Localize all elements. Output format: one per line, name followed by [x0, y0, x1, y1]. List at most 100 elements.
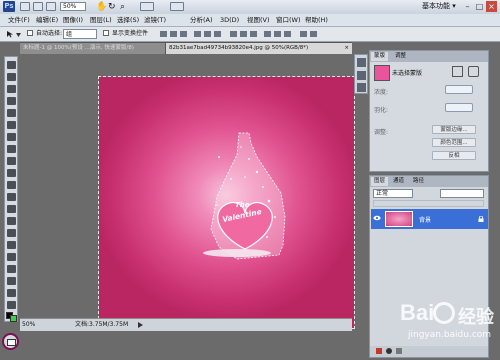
auto-select-checkbox[interactable] [27, 30, 33, 36]
bridge-icon[interactable] [20, 2, 30, 11]
tab-close-icon[interactable]: × [344, 43, 349, 54]
tool-preset-chevron-icon[interactable] [16, 32, 21, 37]
status-menu-arrow-icon[interactable] [138, 322, 143, 328]
dodge-tool-icon[interactable] [7, 217, 16, 225]
3d-rotate-tool-icon[interactable] [7, 277, 16, 285]
visibility-eye-icon[interactable] [373, 214, 381, 222]
maximize-button[interactable]: □ [474, 1, 485, 12]
pixel-mask-icon[interactable] [452, 66, 463, 77]
menu-bar: 文件(F) 编辑(E) 图像(I) 图层(L) 选择(S) 滤镜(T) 分析(A… [0, 14, 500, 27]
blend-mode-select[interactable]: 正常 [373, 189, 413, 198]
tool-presets-icon[interactable] [357, 58, 366, 67]
menu-3d[interactable]: 3D(D) [220, 14, 239, 26]
menu-layer[interactable]: 图层(L) [90, 14, 112, 26]
show-transform-label: 显示变换控件 [112, 30, 149, 37]
history-brush-tool-icon[interactable] [7, 169, 16, 177]
layer-thumbnail [385, 211, 413, 227]
status-zoom[interactable]: 50% [22, 319, 35, 331]
menu-image[interactable]: 图像(I) [63, 14, 83, 26]
marquee-tool-icon[interactable] [7, 73, 16, 81]
density-label: 浓度: [374, 89, 389, 96]
mask-preview-thumb [374, 65, 390, 81]
color-range-button[interactable]: 颜色范围... [432, 138, 476, 147]
tab-layers[interactable]: 图层 [371, 177, 389, 186]
eraser-tool-icon[interactable] [7, 181, 16, 189]
menu-select[interactable]: 选择(S) [117, 14, 139, 26]
tab-masks[interactable]: 蒙版 [371, 52, 389, 61]
background-color-swatch[interactable] [10, 315, 17, 322]
zoom-level-select[interactable]: 50% [60, 2, 86, 11]
watermark-paw-icon [433, 302, 455, 324]
menu-file[interactable]: 文件(F) [8, 14, 30, 26]
tab-channels[interactable]: 通道 [390, 177, 407, 186]
move-tool-icon[interactable] [7, 61, 16, 69]
character-icon[interactable] [357, 71, 366, 80]
document-canvas[interactable]: The Valentine [98, 76, 355, 329]
tab-image-jpg[interactable]: 82b31ae7bad49734b93820e4.jpg @ 50%(RGB/8… [166, 43, 352, 54]
photoshop-logo: Ps [3, 1, 15, 12]
tab-paths[interactable]: 路径 [410, 177, 427, 186]
masks-panel-tabbar: 蒙版 调整 [370, 51, 488, 62]
quick-mask-mode-button[interactable] [2, 333, 19, 350]
menu-analysis[interactable]: 分析(A) [190, 14, 213, 26]
close-button[interactable]: × [486, 1, 497, 12]
pen-tool-icon[interactable] [7, 229, 16, 237]
menu-help[interactable]: 帮助(H) [305, 14, 328, 26]
healing-brush-tool-icon[interactable] [7, 133, 16, 141]
feather-field[interactable] [445, 103, 473, 112]
type-tool-icon[interactable] [7, 241, 16, 249]
zoom-tool-icon[interactable]: ⌕ [120, 1, 125, 13]
layer-style-icon[interactable] [386, 348, 392, 354]
brush-tool-icon[interactable] [7, 145, 16, 153]
application-bar: Ps 50% ✋ ↻ ⌕ 基本功能 ▾ – □ × [0, 0, 500, 15]
auto-select-label: 自动选择: [36, 30, 63, 37]
add-mask-icon[interactable] [396, 348, 402, 354]
auto-select-dropdown[interactable]: 组 [63, 29, 97, 39]
mini-bridge-icon[interactable] [33, 2, 43, 11]
invert-button[interactable]: 反相 [432, 151, 476, 160]
mask-edge-button[interactable]: 蒙版边缘... [432, 125, 476, 134]
clone-stamp-tool-icon[interactable] [7, 157, 16, 165]
gradient-tool-icon[interactable] [7, 193, 16, 201]
vector-mask-icon[interactable] [468, 66, 479, 77]
layer-row-background[interactable]: 背景 [371, 209, 488, 229]
opacity-field[interactable] [440, 189, 484, 198]
menu-view[interactable]: 视图(V) [247, 14, 270, 26]
paragraph-icon[interactable] [357, 83, 366, 92]
menu-window[interactable]: 窗口(W) [276, 14, 301, 26]
tab-label: 82b31ae7bad49734b93820e4.jpg @ 50%(RGB/8… [169, 45, 309, 51]
move-tool-icon[interactable] [6, 30, 14, 38]
view-extras-icon[interactable] [46, 2, 56, 11]
align-buttons-group [160, 30, 350, 38]
eyedropper-tool-icon[interactable] [7, 121, 16, 129]
shape-tool-icon[interactable] [7, 265, 16, 273]
link-layers-icon[interactable] [376, 348, 382, 354]
hand-tool-icon[interactable]: ✋ [96, 1, 107, 13]
collapsed-panel-strip [354, 54, 368, 94]
quick-select-tool-icon[interactable] [7, 97, 16, 105]
lock-icon [478, 215, 484, 222]
layers-panel-tabbar: 图层 通道 路径 [370, 176, 488, 187]
refine-label: 调整: [374, 129, 389, 136]
lock-options-row [373, 200, 484, 207]
blur-tool-icon[interactable] [7, 205, 16, 213]
options-bar: 自动选择: 组 显示变换控件 [0, 27, 500, 42]
arrange-documents-icon[interactable] [140, 2, 154, 11]
path-selection-tool-icon[interactable] [7, 253, 16, 261]
menu-filter[interactable]: 滤镜(T) [144, 14, 166, 26]
tab-untitled-1[interactable]: 未标题-1 @ 100%(预设 ...演示, 快速蒙版/8) [20, 43, 165, 54]
layers-footer [370, 346, 488, 357]
screen-mode-icon[interactable] [170, 2, 184, 11]
tab-adjustments[interactable]: 调整 [392, 52, 409, 61]
rotate-view-icon[interactable]: ↻ [108, 1, 116, 13]
minimize-button[interactable]: – [462, 1, 473, 12]
watermark-brand: Bai [400, 300, 435, 325]
lasso-tool-icon[interactable] [7, 85, 16, 93]
zoom-tool-icon[interactable] [7, 301, 16, 309]
workspace-switcher[interactable]: 基本功能 ▾ [422, 2, 456, 11]
menu-edit[interactable]: 编辑(E) [36, 14, 58, 26]
show-transform-checkbox[interactable] [103, 30, 109, 36]
density-field[interactable] [445, 85, 473, 94]
crop-tool-icon[interactable] [7, 109, 16, 117]
hand-tool-icon[interactable] [7, 289, 16, 297]
